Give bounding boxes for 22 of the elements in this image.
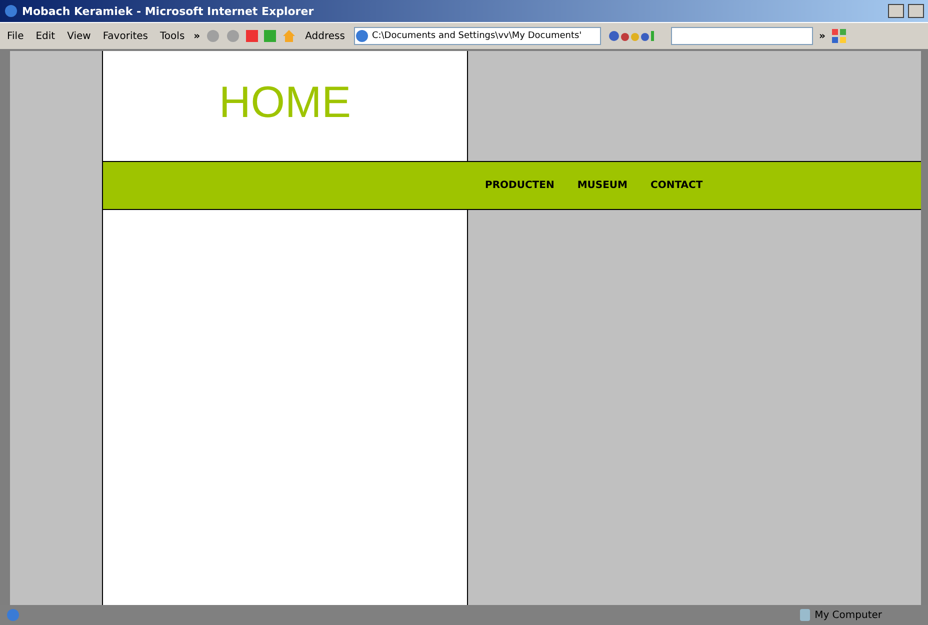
menu-item[interactable]: Edit	[32, 30, 58, 42]
address-field[interactable]: C:\Documents and Settings\vv\My Documents'	[354, 27, 601, 45]
address-label: Address	[304, 30, 346, 42]
nav-link[interactable]: CONTACT	[650, 180, 703, 191]
nav-link[interactable]: MUSEUM	[577, 180, 628, 191]
menu-item[interactable]: File	[4, 30, 27, 42]
page-icon	[6, 608, 20, 622]
search-chevron[interactable]: »	[818, 30, 826, 42]
menu-item[interactable]: Tools	[157, 30, 188, 42]
windows-logo-icon	[831, 28, 848, 44]
minimize-button[interactable]	[888, 4, 904, 18]
window-title: Mobach Keramiek - Microsoft Internet Explorer	[22, 4, 315, 18]
maximize-button[interactable]	[908, 4, 924, 18]
toolbar-chevron[interactable]: »	[194, 30, 200, 42]
menu-item[interactable]: Favorites	[100, 30, 152, 42]
security-zone: My Computer	[814, 610, 882, 620]
browser-icon	[4, 4, 18, 18]
nav-link[interactable]: PRODUCTEN	[485, 180, 554, 191]
page-icon	[354, 29, 369, 43]
search-field[interactable]	[670, 27, 813, 45]
page-heading: HOME	[219, 78, 351, 129]
menu-item[interactable]: View	[64, 30, 94, 42]
